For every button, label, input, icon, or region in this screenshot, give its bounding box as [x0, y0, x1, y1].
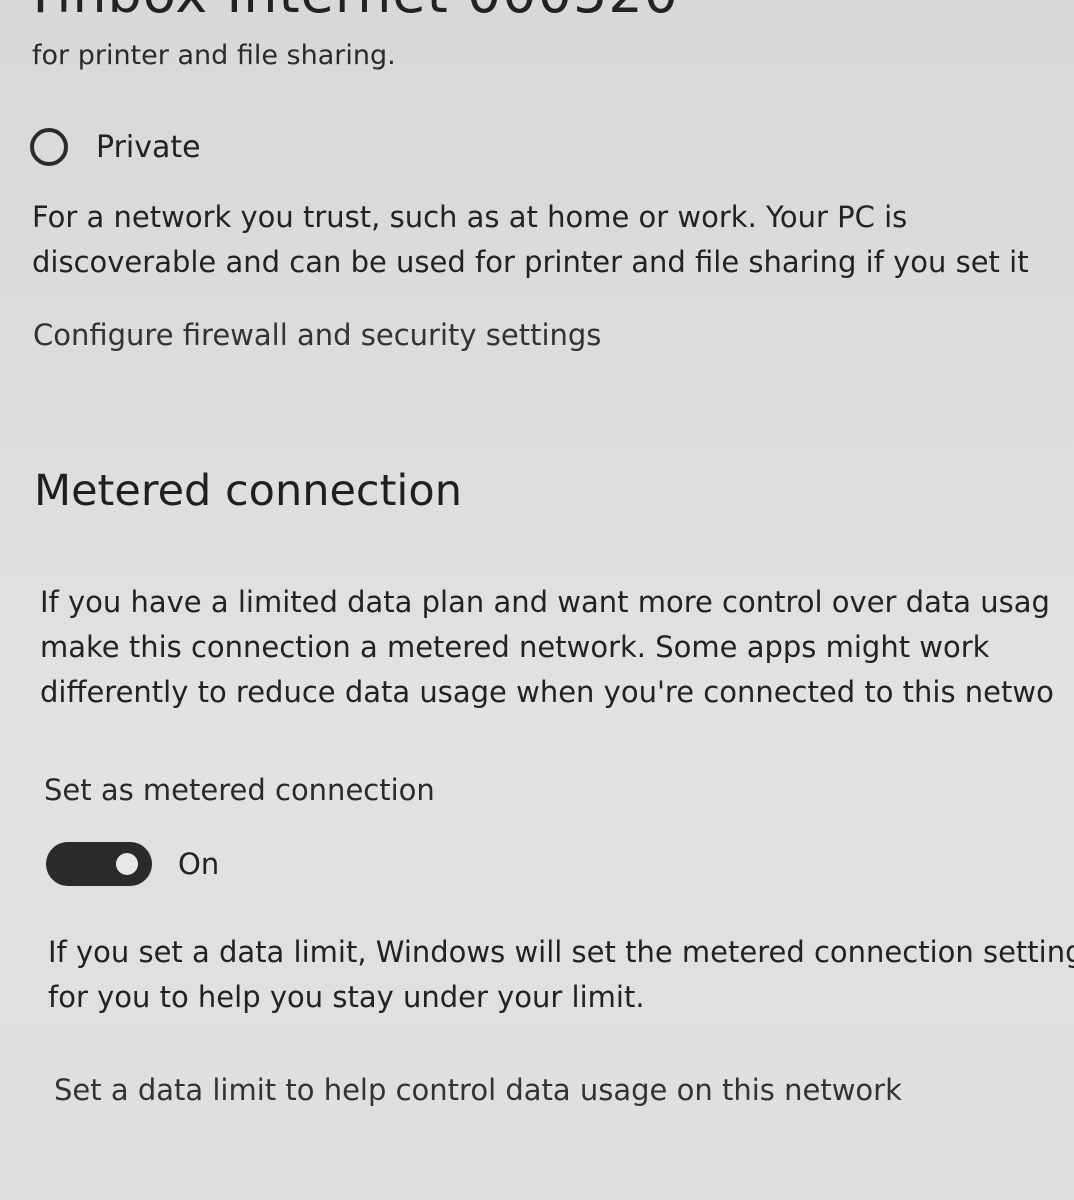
- network-name-heading: Tinbox Internet 000520: [24, 0, 679, 25]
- private-desc-line-1: For a network you trust, such as at home…: [32, 200, 908, 234]
- metered-desc-line-2: make this connection a metered network. …: [40, 630, 990, 664]
- metered-connection-toggle[interactable]: [46, 842, 152, 886]
- radio-button-icon[interactable]: [30, 128, 68, 166]
- network-settings-page: Tinbox Internet 000520 for printer and f…: [0, 0, 1074, 1200]
- set-data-limit-link[interactable]: Set a data limit to help control data us…: [54, 1073, 902, 1107]
- toggle-state-label: On: [178, 847, 220, 881]
- metered-connection-heading: Metered connection: [34, 466, 462, 516]
- private-desc-line-2: discoverable and can be used for printer…: [32, 245, 1029, 279]
- metered-toggle-label: Set as metered connection: [44, 773, 435, 807]
- private-radio-label: Private: [96, 129, 201, 165]
- limit-desc-line-2: for you to help you stay under your limi…: [48, 980, 645, 1014]
- private-network-description: For a network you trust, such as at home…: [32, 195, 1029, 285]
- private-radio-option[interactable]: Private: [30, 128, 201, 166]
- limit-desc-line-1: If you set a data limit, Windows will se…: [48, 935, 1074, 969]
- metered-desc-line-1: If you have a limited data plan and want…: [40, 585, 1050, 619]
- metered-desc-line-3: differently to reduce data usage when yo…: [40, 675, 1054, 709]
- metered-connection-description: If you have a limited data plan and want…: [40, 580, 1054, 715]
- metered-toggle-row: On: [46, 842, 219, 886]
- toggle-knob: [116, 853, 138, 875]
- configure-firewall-link[interactable]: Configure firewall and security settings: [33, 318, 601, 352]
- data-limit-description: If you set a data limit, Windows will se…: [48, 930, 1074, 1020]
- public-network-description: for printer and file sharing.: [32, 40, 396, 71]
